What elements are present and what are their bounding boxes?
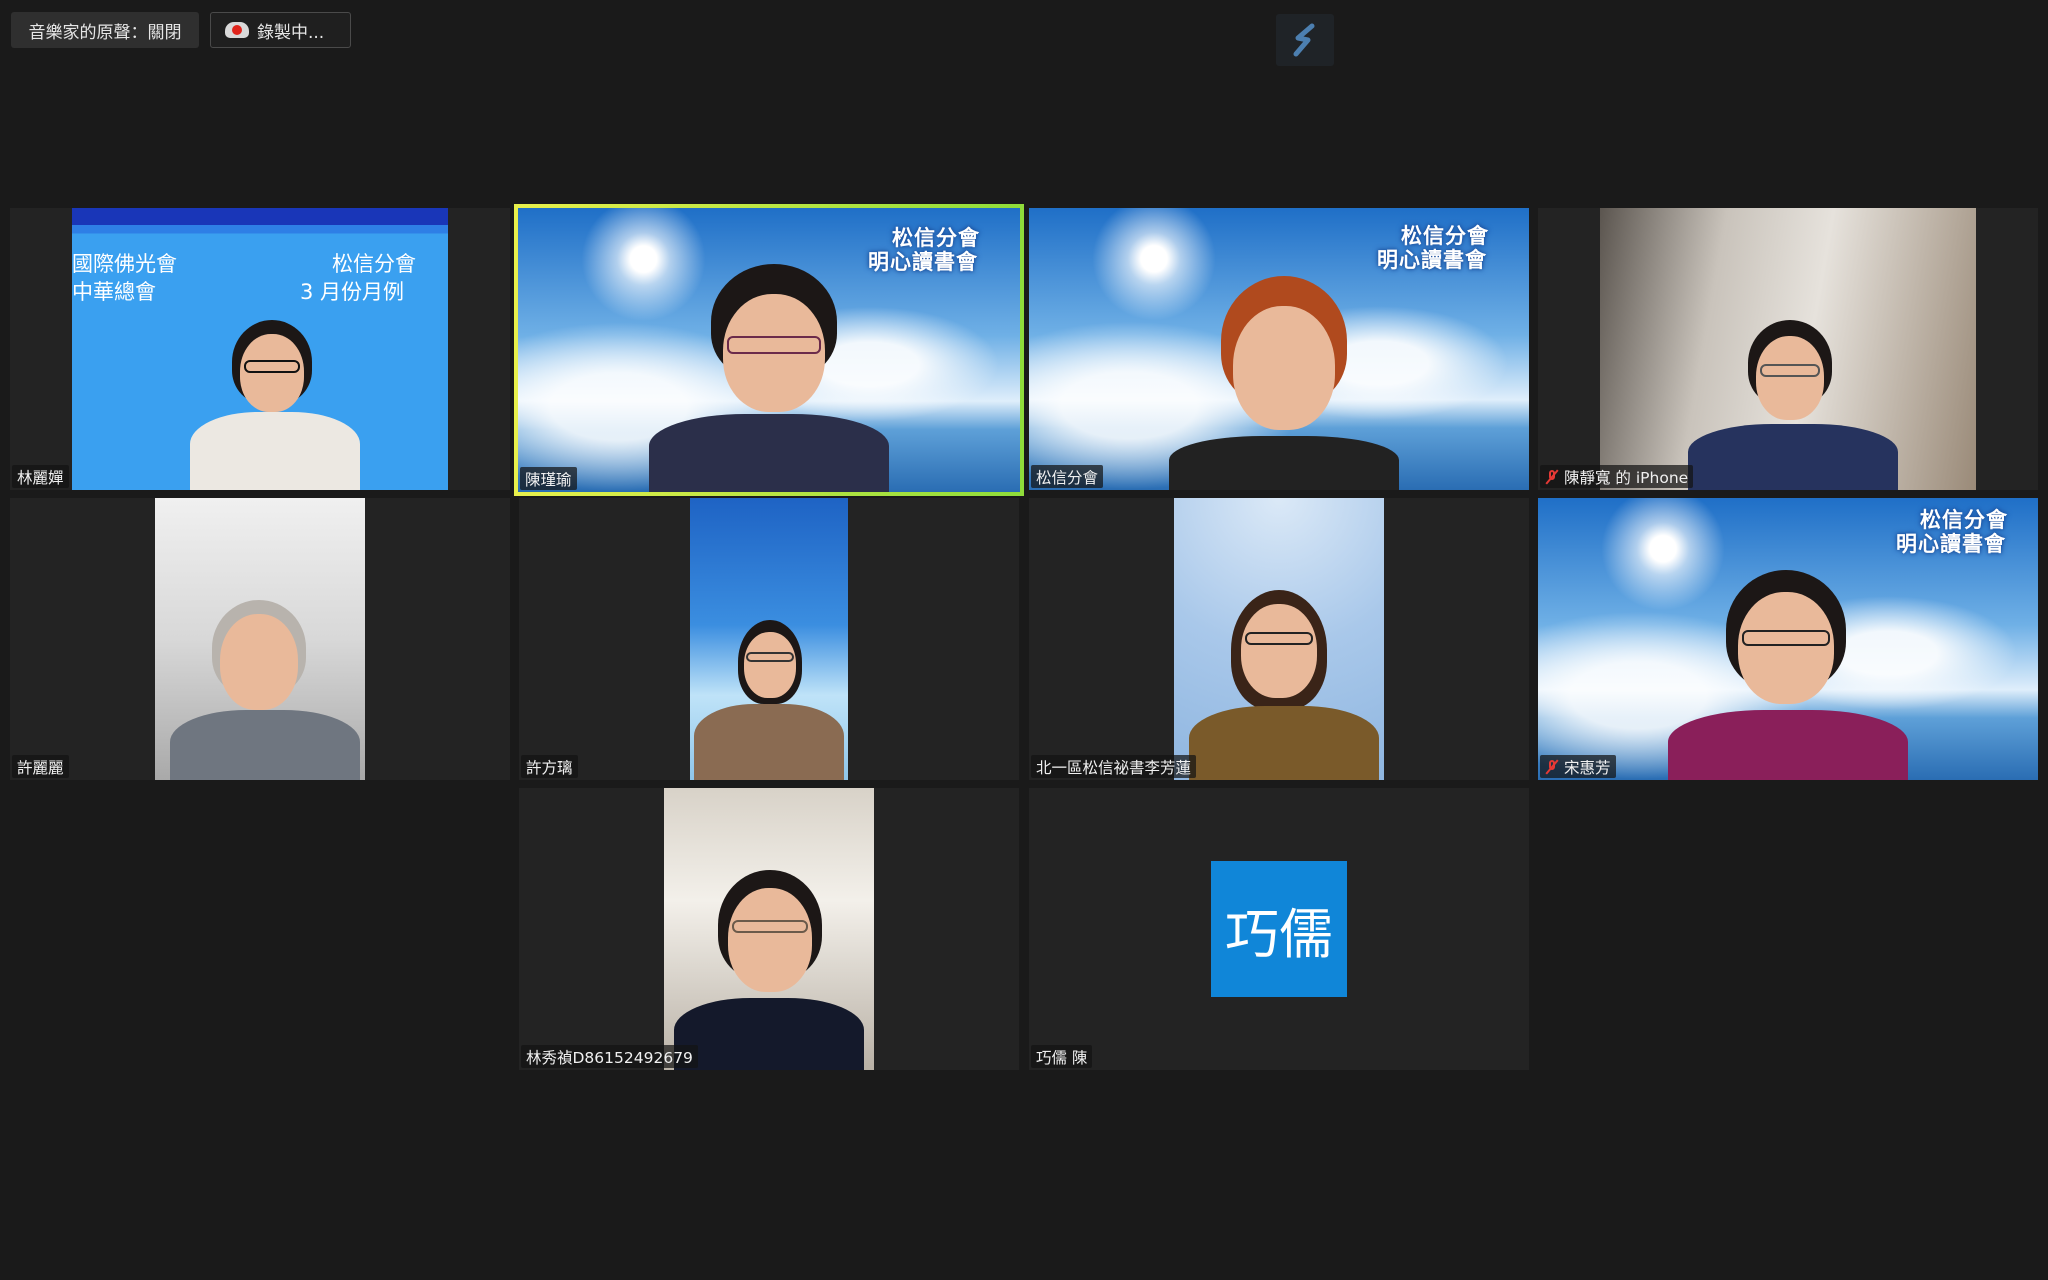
participant-name-label: 陳瑾瑜 bbox=[520, 467, 577, 490]
participant-tile[interactable]: 北一區松信祕書李芳蓮 bbox=[1029, 498, 1529, 780]
original-sound-label: 音樂家的原聲：關閉 bbox=[28, 22, 182, 43]
participant-tile[interactable]: 國際佛光會 中華總會 松信分會 3 月份月例 林麗嬋 bbox=[10, 208, 510, 490]
participant-figure bbox=[1668, 570, 1908, 780]
mic-muted-icon bbox=[1545, 758, 1559, 775]
participant-name-label: 林秀禎D86152492679 bbox=[521, 1045, 698, 1068]
participant-name-label: 林麗嬋 bbox=[12, 465, 69, 488]
participant-tile[interactable]: 許方璃 bbox=[519, 498, 1019, 780]
participant-name-label: 宋惠芳 bbox=[1540, 755, 1616, 778]
participant-video bbox=[690, 498, 848, 780]
cloud-recording-icon bbox=[225, 22, 249, 38]
slide-text: 國際佛光會 中華總會 bbox=[72, 252, 177, 305]
avatar-initials: 巧儒 bbox=[1225, 902, 1333, 966]
mic-muted-icon bbox=[1545, 468, 1559, 485]
slide-text: 松信分會 明心讀書會 bbox=[1896, 508, 2008, 557]
participant-video bbox=[155, 498, 365, 780]
participant-figure bbox=[160, 320, 360, 490]
slide-text: 松信分會 3 月份月例 bbox=[300, 252, 416, 305]
participant-video: 松信分會 明心讀書會 bbox=[1538, 498, 2038, 780]
participant-video: 松信分會 明心讀書會 bbox=[518, 208, 1020, 492]
recording-indicator[interactable]: 錄製中... bbox=[210, 12, 351, 48]
participant-tile-active-speaker[interactable]: 松信分會 明心讀書會 陳瑾瑜 bbox=[514, 204, 1024, 496]
participant-name-label: 許麗麗 bbox=[12, 755, 69, 778]
app-logo-icon bbox=[1276, 14, 1334, 66]
participant-avatar: 巧儒 bbox=[1211, 861, 1347, 997]
participant-figure bbox=[1678, 264, 1898, 490]
participant-figure bbox=[1149, 276, 1409, 490]
participant-video: 松信分會 明心讀書會 bbox=[1029, 208, 1529, 490]
participant-figure bbox=[694, 620, 844, 780]
participant-name-label: 松信分會 bbox=[1031, 465, 1104, 488]
slide-text: 松信分會 明心讀書會 bbox=[868, 226, 980, 275]
participant-tile[interactable]: 許麗麗 bbox=[10, 498, 510, 780]
original-sound-toggle[interactable]: 音樂家的原聲：關閉 bbox=[11, 12, 199, 48]
participant-name-label: 陳靜寬 的 iPhone bbox=[1540, 465, 1694, 488]
participant-video bbox=[1174, 498, 1384, 780]
recording-label: 錄製中... bbox=[257, 22, 325, 43]
participant-tile[interactable]: 巧儒 巧儒 陳 bbox=[1029, 788, 1529, 1070]
participant-figure bbox=[1179, 590, 1379, 780]
participant-name-label: 許方璃 bbox=[521, 755, 578, 778]
participant-figure bbox=[649, 264, 889, 492]
participant-tile[interactable]: 林秀禎D86152492679 bbox=[519, 788, 1019, 1070]
participant-name-label: 北一區松信祕書李芳蓮 bbox=[1031, 755, 1197, 778]
participant-tile[interactable]: 松信分會 明心讀書會 宋惠芳 bbox=[1538, 498, 2038, 780]
participant-video bbox=[664, 788, 874, 1070]
participant-figure bbox=[160, 600, 360, 780]
participant-figure bbox=[664, 870, 874, 1070]
participant-video: 國際佛光會 中華總會 松信分會 3 月份月例 bbox=[72, 208, 448, 490]
participant-video bbox=[1600, 208, 1976, 490]
participant-tile[interactable]: 松信分會 明心讀書會 松信分會 bbox=[1029, 208, 1529, 490]
participant-tile[interactable]: 陳靜寬 的 iPhone bbox=[1538, 208, 2038, 490]
slide-text: 松信分會 明心讀書會 bbox=[1377, 224, 1489, 273]
participant-name-label: 巧儒 陳 bbox=[1031, 1045, 1093, 1068]
